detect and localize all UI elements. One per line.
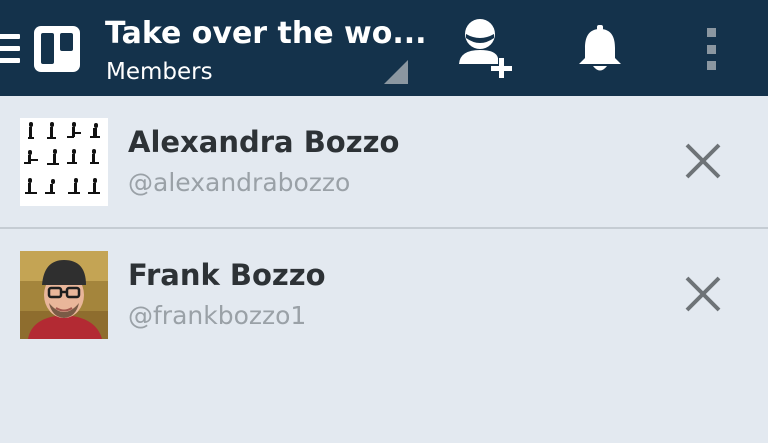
member-handle: @frankbozzo1 xyxy=(128,301,307,330)
list-item[interactable]: Alexandra Bozzo @alexandrabozzo xyxy=(0,96,768,229)
bell-icon[interactable] xyxy=(574,18,626,78)
silhouette-grid-avatar xyxy=(20,118,108,206)
close-icon[interactable] xyxy=(678,269,728,319)
photo-avatar xyxy=(20,251,108,339)
member-name: Alexandra Bozzo xyxy=(128,125,400,159)
member-list: Alexandra Bozzo @alexandrabozzo Frank Bo… xyxy=(0,96,768,361)
list-item[interactable]: Frank Bozzo @frankbozzo1 xyxy=(0,229,768,361)
board-title[interactable]: Take over the wo... xyxy=(105,14,427,54)
app-bar: Take over the wo... Members xyxy=(0,0,768,96)
dropdown-triangle-icon[interactable] xyxy=(384,60,408,84)
member-handle: @alexandrabozzo xyxy=(128,168,351,197)
more-vertical-icon[interactable] xyxy=(694,18,730,78)
close-icon[interactable] xyxy=(678,136,728,186)
hamburger-icon[interactable] xyxy=(0,34,20,64)
trello-board-icon[interactable] xyxy=(34,26,80,72)
member-name: Frank Bozzo xyxy=(128,258,326,292)
add-member-icon[interactable] xyxy=(456,18,518,79)
board-subtitle[interactable]: Members xyxy=(106,58,213,86)
